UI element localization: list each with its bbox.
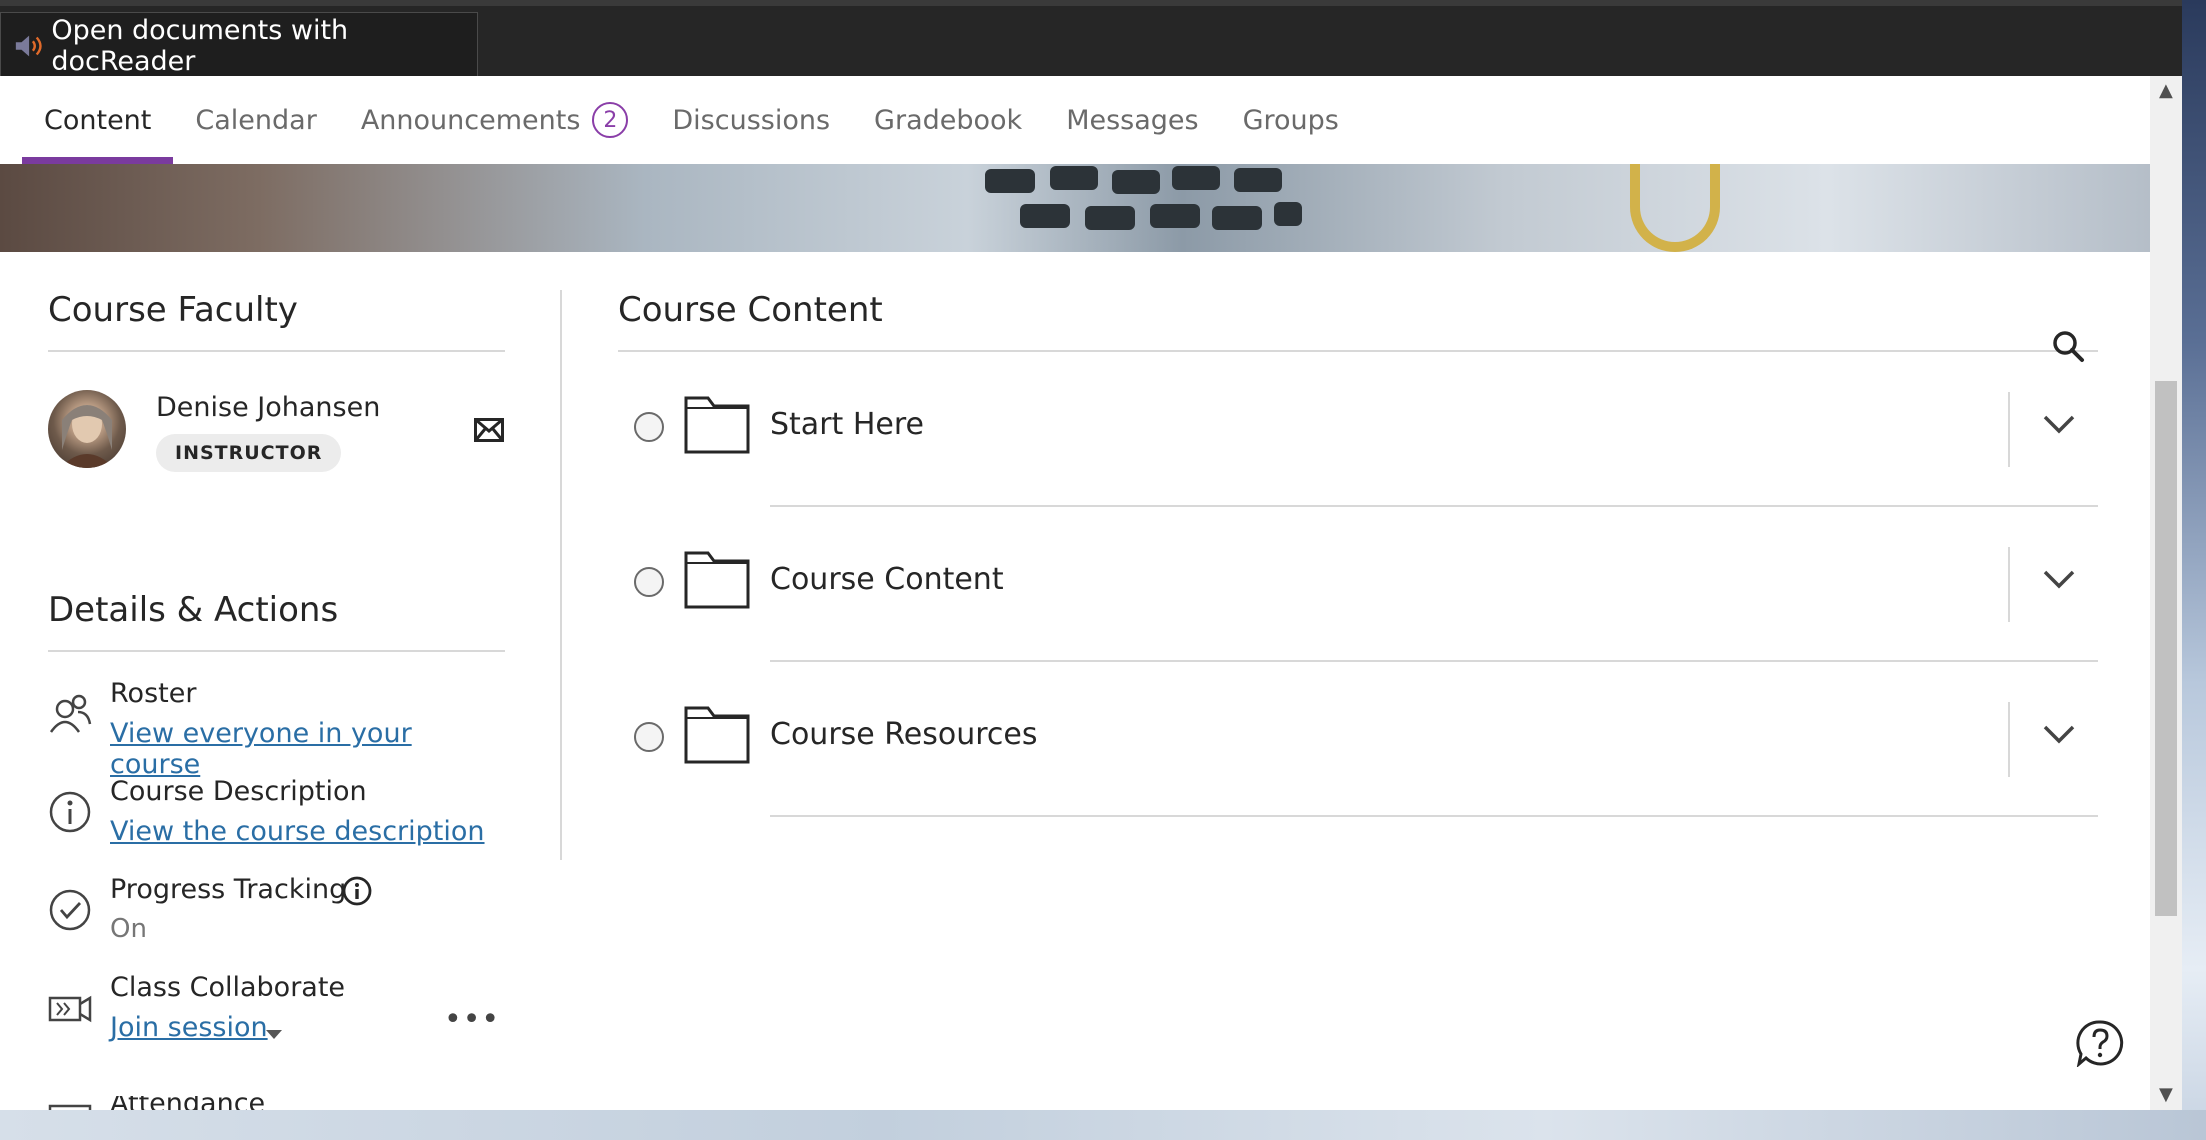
folder-icon [684,396,750,454]
tab-label: Gradebook [874,104,1023,136]
folder-title[interactable]: Start Here [770,407,924,442]
attendance-icon [48,1104,92,1110]
folder-row-course-content[interactable]: Course Content [618,507,2098,662]
details-actions-heading: Details & Actions [48,590,339,630]
more-options-icon[interactable]: ••• [444,1002,500,1037]
detail-attendance: Attendance [48,1096,505,1110]
roster-label: Roster [110,678,197,709]
speaker-icon [15,35,42,56]
tab-groups[interactable]: Groups [1221,76,1361,164]
progress-radio[interactable] [634,567,664,597]
column-divider [560,290,562,860]
info-icon[interactable] [342,876,372,906]
detail-course-description: Course Description View the course descr… [48,776,505,874]
tab-announcements[interactable]: Announcements 2 [339,76,651,164]
course-faculty-heading: Course Faculty [48,290,298,330]
help-icon[interactable] [2076,1019,2124,1067]
course-description-label: Course Description [110,776,367,807]
announcements-count-badge: 2 [592,102,629,138]
tab-label: Messages [1066,104,1199,136]
tab-calendar[interactable]: Calendar [173,76,338,164]
desktop-background [2182,0,2206,1140]
info-circle-icon [49,791,91,833]
scroll-up-icon[interactable]: ▲ [2159,82,2173,100]
row-divider [770,815,2098,817]
top-toolbar: Open documents with docReader [0,0,2182,79]
detail-progress-tracking: Progress Tracking On [48,874,505,972]
divider [2008,547,2010,622]
docreader-label: Open documents with docReader [51,14,349,77]
course-content-panel: Course Content Start Here Course Content… [618,290,2098,817]
class-collaborate-label: Class Collaborate [110,972,346,1003]
folder-icon [684,706,750,764]
tab-label: Groups [1242,104,1339,136]
mail-icon[interactable] [474,418,504,442]
tab-label: Content [44,104,152,136]
role-badge: INSTRUCTOR [156,434,342,472]
tab-label: Calendar [195,104,317,136]
docreader-button[interactable]: Open documents with docReader [0,12,478,79]
left-column: Course Faculty Denise Johansen INSTRUCTO… [48,290,505,1070]
folder-title[interactable]: Course Content [770,562,1004,597]
attendance-label: Attendance [110,1096,265,1110]
avatar[interactable] [48,390,126,468]
folder-icon [684,551,750,609]
desktop-background-bottom [0,1110,2206,1140]
tab-label: Discussions [672,104,831,136]
vertical-scrollbar[interactable]: ▲ ▼ [2150,76,2182,1110]
progress-radio[interactable] [634,412,664,442]
detail-class-collaborate: Class Collaborate Join session ••• [48,972,505,1070]
join-session-link[interactable]: Join session [110,1012,268,1043]
progress-tracking-value: On [110,914,147,944]
divider [2008,702,2010,777]
scroll-down-icon[interactable]: ▼ [2159,1086,2173,1104]
faculty-name[interactable]: Denise Johansen [156,392,380,423]
video-icon [48,995,92,1023]
chevron-down-icon[interactable] [2042,567,2076,591]
tab-discussions[interactable]: Discussions [650,76,852,164]
view-roster-link[interactable]: View everyone in your course [110,718,505,780]
caret-down-icon[interactable] [266,1030,282,1039]
chevron-down-icon[interactable] [2042,722,2076,746]
course-content-heading: Course Content [618,290,883,330]
detail-roster: Roster View everyone in your course [48,678,505,780]
folder-title[interactable]: Course Resources [770,717,1037,752]
check-circle-icon [49,889,91,931]
chevron-down-icon[interactable] [2042,412,2076,436]
divider [48,650,505,652]
view-course-description-link[interactable]: View the course description [110,816,485,847]
roster-icon [49,694,92,733]
course-banner-image [0,164,2150,252]
scrollbar-thumb[interactable] [2155,381,2177,916]
course-tabs: Content Calendar Announcements 2 Discuss… [0,76,2150,164]
tab-messages[interactable]: Messages [1044,76,1220,164]
faculty-card: Denise Johansen INSTRUCTOR [48,352,505,512]
folder-row-start-here[interactable]: Start Here [618,352,2098,507]
tab-gradebook[interactable]: Gradebook [852,76,1044,164]
tab-content[interactable]: Content [22,76,174,164]
folder-row-course-resources[interactable]: Course Resources [618,662,2098,817]
progress-radio[interactable] [634,722,664,752]
tab-label: Announcements [360,104,581,136]
divider [2008,392,2010,467]
browser-window: Open documents with docReader Content Ca… [0,0,2182,1110]
progress-tracking-label: Progress Tracking [110,874,347,905]
